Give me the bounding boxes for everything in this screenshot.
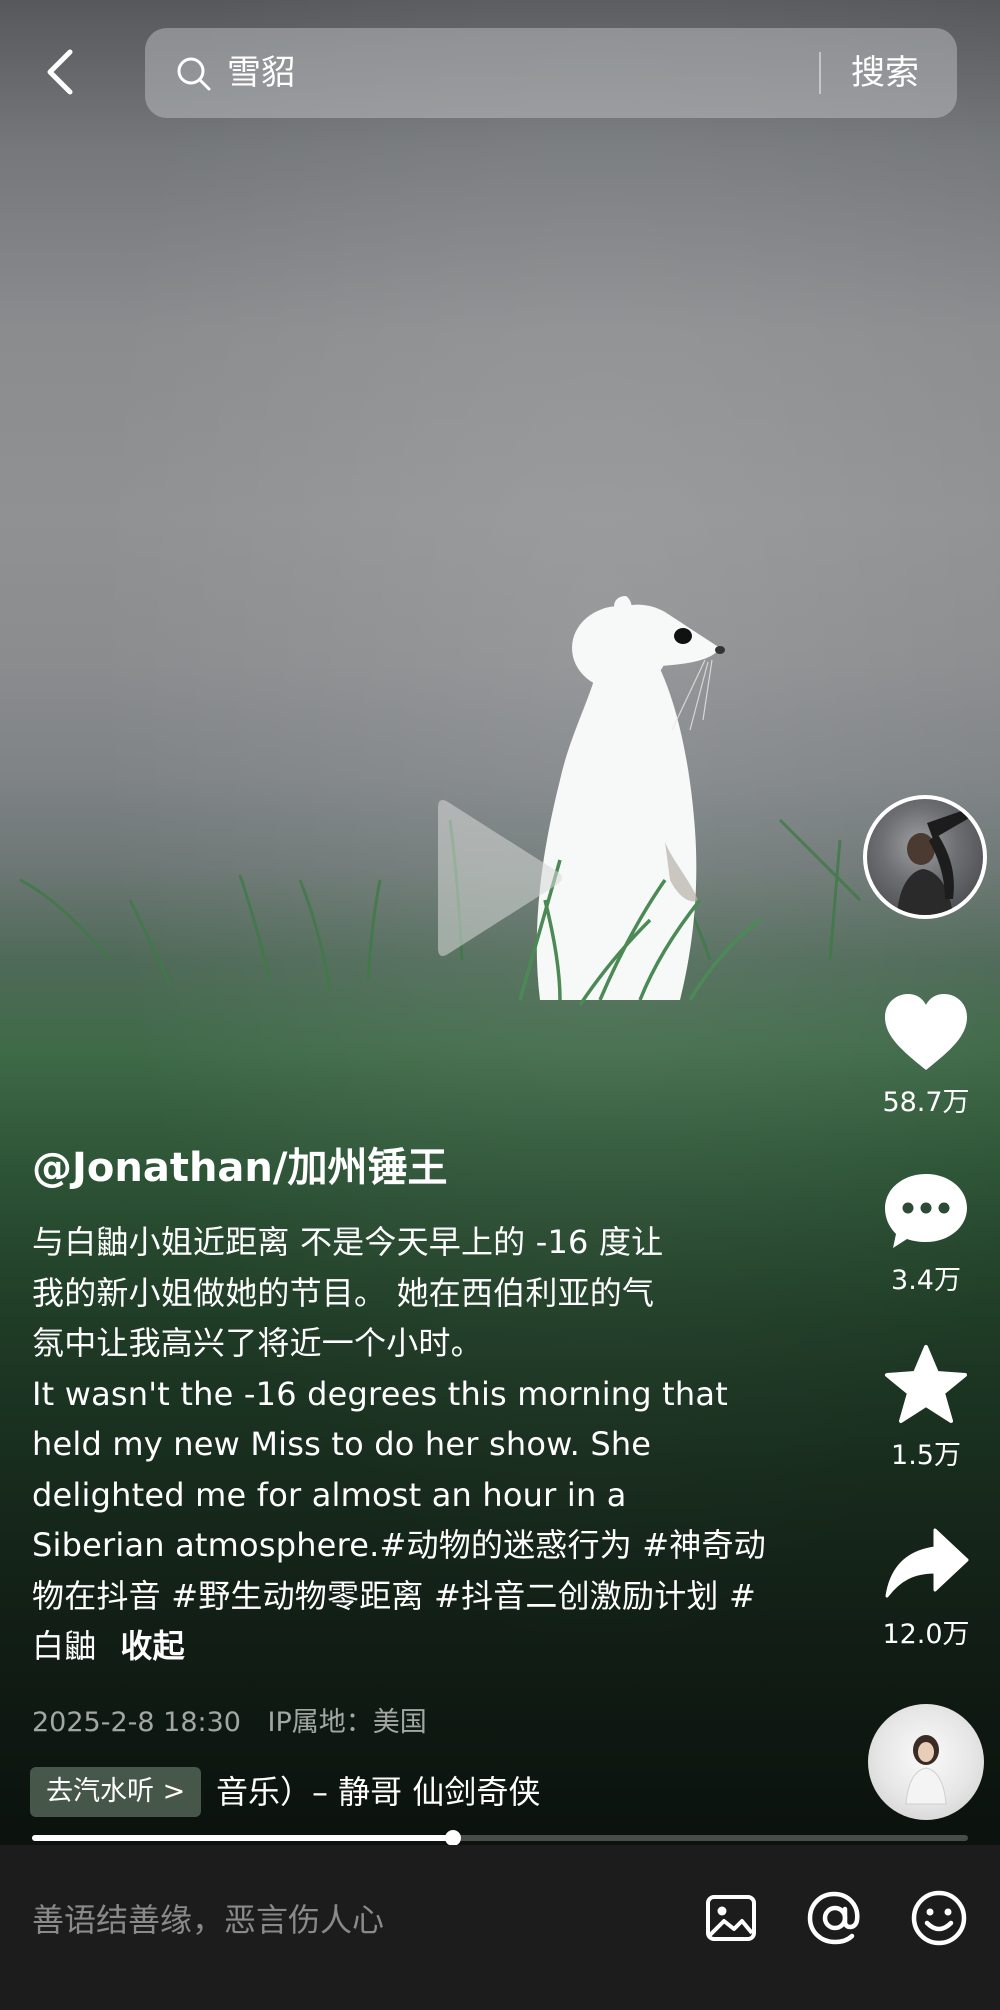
heart-icon [885,994,967,1070]
search-divider [819,52,821,94]
share-arrow-icon [885,1528,969,1598]
search-bar[interactable]: 雪貂 搜索 [145,28,957,118]
share-button[interactable]: 12.0万 [861,1522,991,1651]
collapse-link[interactable]: 收起 [120,1627,184,1665]
description-line: delighted me for almost an hour in a [32,1475,627,1514]
description-hashtag-line: Siberian atmosphere.#动物的迷惑行为 #神奇动物在抖音 #野… [32,1520,787,1672]
like-button[interactable]: 58.7万 [861,990,991,1119]
post-meta: 2025-2-8 18:30 IP属地：美国 [32,1700,445,1739]
comment-bubble-icon [885,1174,967,1248]
description-line: It wasn't the -16 degrees this morning t… [32,1374,728,1413]
music-title[interactable]: 音乐）– 静哥 仙剑奇侠 [216,1764,621,1820]
back-arrow-icon[interactable] [30,42,90,102]
favorite-button[interactable]: 1.5万 [861,1343,991,1472]
progress-fill [32,1835,454,1841]
comment-input[interactable]: 善语结善缘，恶言伤人心 [32,1895,384,1945]
author-avatar[interactable] [863,795,987,919]
at-icon[interactable] [804,1887,866,1949]
description-line: 氛中让我高兴了将近一个小时。 [32,1324,483,1362]
favorite-count: 1.5万 [891,1440,961,1471]
description-line: 我的新小姐做她的节目。 她在西伯利亚的气 [32,1273,655,1312]
author-photo [897,809,971,915]
play-icon[interactable] [430,790,570,960]
comment-bar: 善语结善缘，恶言伤人心 [0,1845,1000,2010]
hashtag-link[interactable]: #抖音二创激励计划 [434,1577,719,1615]
description-tail: Siberian atmosphere. [32,1526,380,1564]
listen-on-soda-button[interactable]: 去汽水听 > [30,1767,202,1817]
comment-count: 3.4万 [891,1265,961,1296]
search-button[interactable]: 搜索 [851,48,919,98]
description-line: held my new Miss to do her show. She [32,1425,652,1463]
search-icon [177,57,211,91]
image-icon[interactable] [700,1887,762,1949]
music-disc-avatar[interactable] [868,1704,984,1820]
star-icon [885,1345,967,1423]
video-progress-bar[interactable] [32,1830,968,1846]
hashtag-link[interactable]: #动物的迷惑行为 [379,1526,631,1564]
post-description: 与白鼬小姐近距离 不是今天早上的 -16 度让 我的新小姐做她的节目。 她在西伯… [32,1217,787,1672]
like-count: 58.7万 [882,1087,970,1118]
ip-location: IP属地：美国 [267,1707,427,1738]
share-count: 12.0万 [882,1619,970,1650]
emoji-icon[interactable] [908,1887,970,1949]
music-cover-image [905,1735,947,1805]
comment-button[interactable]: 3.4万 [861,1168,991,1297]
hashtag-link[interactable]: #野生动物零距离 [171,1577,423,1615]
author-name[interactable]: @Jonathan/加州锤王 [32,1140,448,1196]
description-line: 与白鼬小姐近距离 不是今天早上的 -16 度让 [32,1223,664,1261]
post-date: 2025-2-8 18:30 [32,1707,241,1738]
search-input[interactable]: 雪貂 [227,48,295,98]
